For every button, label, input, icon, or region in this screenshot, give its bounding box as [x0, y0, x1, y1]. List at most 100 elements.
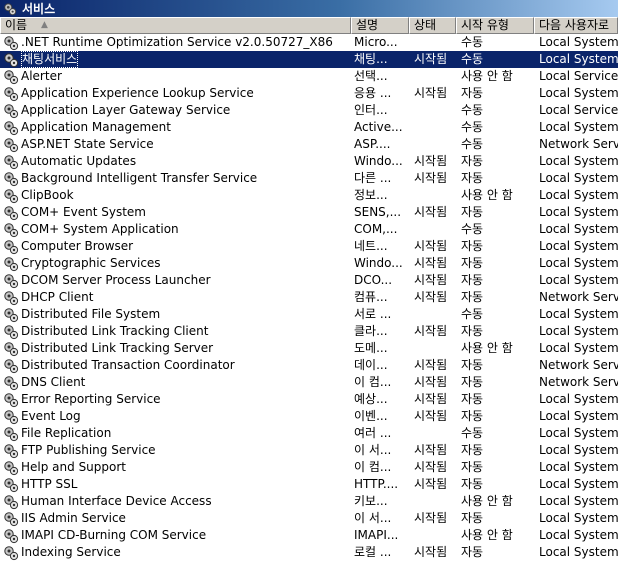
service-startup-type: 수동: [461, 35, 484, 49]
service-row[interactable]: HTTP SSL HTTP.... 시작됨 자동 Local System: [0, 476, 618, 493]
service-description: 이 컴...: [354, 375, 392, 389]
column-header-logon-as[interactable]: 다음 사용자로: [534, 17, 618, 34]
service-status: 시작됨: [414, 205, 448, 219]
service-row[interactable]: COM+ Event System SENS,... 시작됨 자동 Local Syst…: [0, 204, 618, 221]
service-name-cell: Application Layer Gateway Service: [0, 102, 351, 119]
column-header-name-label: 이름: [5, 18, 28, 32]
service-row[interactable]: 채팅서비스 채팅... 시작됨 수동 Local System: [0, 51, 618, 68]
service-row[interactable]: Application Experience Lookup Service 응용 …: [0, 85, 618, 102]
service-startup-type: 수동: [461, 137, 484, 151]
service-name-cell: Alerter: [0, 68, 351, 85]
service-description: 컴퓨...: [354, 290, 388, 304]
service-status: 시작됨: [414, 545, 448, 559]
service-status: 시작됨: [414, 52, 448, 66]
service-startup-type: 자동: [461, 86, 484, 100]
service-status: 시작됨: [414, 239, 448, 253]
service-row[interactable]: ClipBook 정보... 사용 안 함 Local System: [0, 187, 618, 204]
service-row[interactable]: COM+ System Application COM,... 수동 Local Sy…: [0, 221, 618, 238]
service-name: DNS Client: [21, 375, 86, 389]
service-row[interactable]: FTP Publishing Service 이 서... 시작됨 자동 Local S…: [0, 442, 618, 459]
service-startup-type: 수동: [461, 120, 484, 134]
service-row[interactable]: DNS Client 이 컴... 시작됨 자동 Network Servic: [0, 374, 618, 391]
service-logon-as: Network Servic: [539, 137, 618, 151]
service-row[interactable]: Application Management Active... 수동 Local S…: [0, 119, 618, 136]
service-name-cell: COM+ System Application: [0, 221, 351, 238]
service-status: 시작됨: [414, 409, 448, 423]
service-row[interactable]: Background Intelligent Transfer Service 다…: [0, 170, 618, 187]
services-list[interactable]: .NET Runtime Optimization Service v2.0.5…: [0, 34, 618, 561]
service-startup-type: 자동: [461, 324, 484, 338]
service-row[interactable]: Distributed Transaction Coordinator 데이...…: [0, 357, 618, 374]
service-description: 이 서...: [354, 511, 392, 525]
column-header-description[interactable]: 설명: [351, 17, 409, 34]
service-name: IMAPI CD-Burning COM Service: [21, 528, 207, 542]
service-name: 채팅서비스: [21, 51, 79, 68]
service-row[interactable]: DCOM Server Process Launcher DCO... 시작됨 자동 L…: [0, 272, 618, 289]
service-name: FTP Publishing Service: [21, 443, 156, 457]
service-row[interactable]: Human Interface Device Access 키보... 사용 안 함…: [0, 493, 618, 510]
service-row[interactable]: Error Reporting Service 예상... 시작됨 자동 Local S…: [0, 391, 618, 408]
service-description: 이벤...: [354, 409, 388, 423]
window-titlebar[interactable]: 서비스: [0, 0, 618, 17]
service-gear-icon: [3, 409, 19, 425]
column-header-name[interactable]: 이름 ▲: [0, 17, 351, 34]
service-description: 네트...: [354, 239, 388, 253]
service-gear-icon: [3, 239, 19, 255]
service-name: Alerter: [21, 69, 62, 83]
service-name-cell: Error Reporting Service: [0, 391, 351, 408]
service-status: [409, 340, 456, 357]
service-name: Automatic Updates: [21, 154, 137, 168]
service-description: Windo...: [354, 256, 403, 270]
service-row[interactable]: File Replication 여러 ... 수동 Local System: [0, 425, 618, 442]
service-row[interactable]: Distributed File System 서로 ... 수동 Local Sys…: [0, 306, 618, 323]
service-name: ASP.NET State Service: [21, 137, 154, 151]
service-description: HTTP....: [354, 477, 399, 491]
service-row[interactable]: IIS Admin Service 이 서... 시작됨 자동 Local System: [0, 510, 618, 527]
service-row[interactable]: .NET Runtime Optimization Service v2.0.5…: [0, 34, 618, 51]
service-description: 여러 ...: [354, 426, 392, 440]
service-row[interactable]: DHCP Client 컴퓨... 시작됨 자동 Network Servic: [0, 289, 618, 306]
service-status: 시작됨: [414, 460, 448, 474]
service-row[interactable]: Distributed Link Tracking Server 도메... 사용 …: [0, 340, 618, 357]
service-row[interactable]: Application Layer Gateway Service 인터... 수동…: [0, 102, 618, 119]
service-gear-icon: [3, 52, 19, 68]
service-status: 시작됨: [414, 511, 448, 525]
service-name-cell: Distributed Link Tracking Server: [0, 340, 351, 357]
service-row[interactable]: Help and Support 이 컴... 시작됨 자동 Local System: [0, 459, 618, 476]
service-status: [409, 102, 456, 119]
service-name-cell: DHCP Client: [0, 289, 351, 306]
service-gear-icon: [3, 120, 19, 136]
service-gear-icon: [3, 86, 19, 102]
service-gear-icon: [3, 205, 19, 221]
service-row[interactable]: IMAPI CD-Burning COM Service IMAPI... 사용 안…: [0, 527, 618, 544]
service-name: Error Reporting Service: [21, 392, 161, 406]
service-startup-type: 사용 안 함: [461, 341, 513, 355]
service-description: 예상...: [354, 392, 388, 406]
column-header-status[interactable]: 상태: [409, 17, 456, 34]
service-name-cell: IIS Admin Service: [0, 510, 351, 527]
service-row[interactable]: Alerter 선택... 사용 안 함 Local Service: [0, 68, 618, 85]
service-row[interactable]: Indexing Service 로컬 ... 시작됨 자동 Local System: [0, 544, 618, 561]
service-row[interactable]: Computer Browser 네트... 시작됨 자동 Local System: [0, 238, 618, 255]
service-row[interactable]: Automatic Updates Windo... 시작됨 자동 Local Syst…: [0, 153, 618, 170]
service-description: 다른 ...: [354, 171, 392, 185]
service-name: COM+ System Application: [21, 222, 179, 236]
service-row[interactable]: ASP.NET State Service ASP.... 수동 Network Se…: [0, 136, 618, 153]
service-name: DHCP Client: [21, 290, 94, 304]
service-logon-as: Local System: [539, 477, 618, 491]
service-gear-icon: [3, 154, 19, 170]
service-name-cell: ASP.NET State Service: [0, 136, 351, 153]
service-status: 시작됨: [414, 154, 448, 168]
service-status: [409, 425, 456, 442]
service-name-cell: Background Intelligent Transfer Service: [0, 170, 351, 187]
service-name: IIS Admin Service: [21, 511, 126, 525]
service-name-cell: Distributed File System: [0, 306, 351, 323]
service-logon-as: Local System: [539, 239, 618, 253]
service-description: 데이...: [354, 358, 388, 372]
service-row[interactable]: Event Log 이벤... 시작됨 자동 Local System: [0, 408, 618, 425]
service-status: [409, 527, 456, 544]
service-row[interactable]: Distributed Link Tracking Client 클라... 시작됨…: [0, 323, 618, 340]
column-header-startup-type[interactable]: 시작 유형: [456, 17, 534, 34]
service-name-cell: Computer Browser: [0, 238, 351, 255]
service-row[interactable]: Cryptographic Services Windo... 시작됨 자동 Local…: [0, 255, 618, 272]
